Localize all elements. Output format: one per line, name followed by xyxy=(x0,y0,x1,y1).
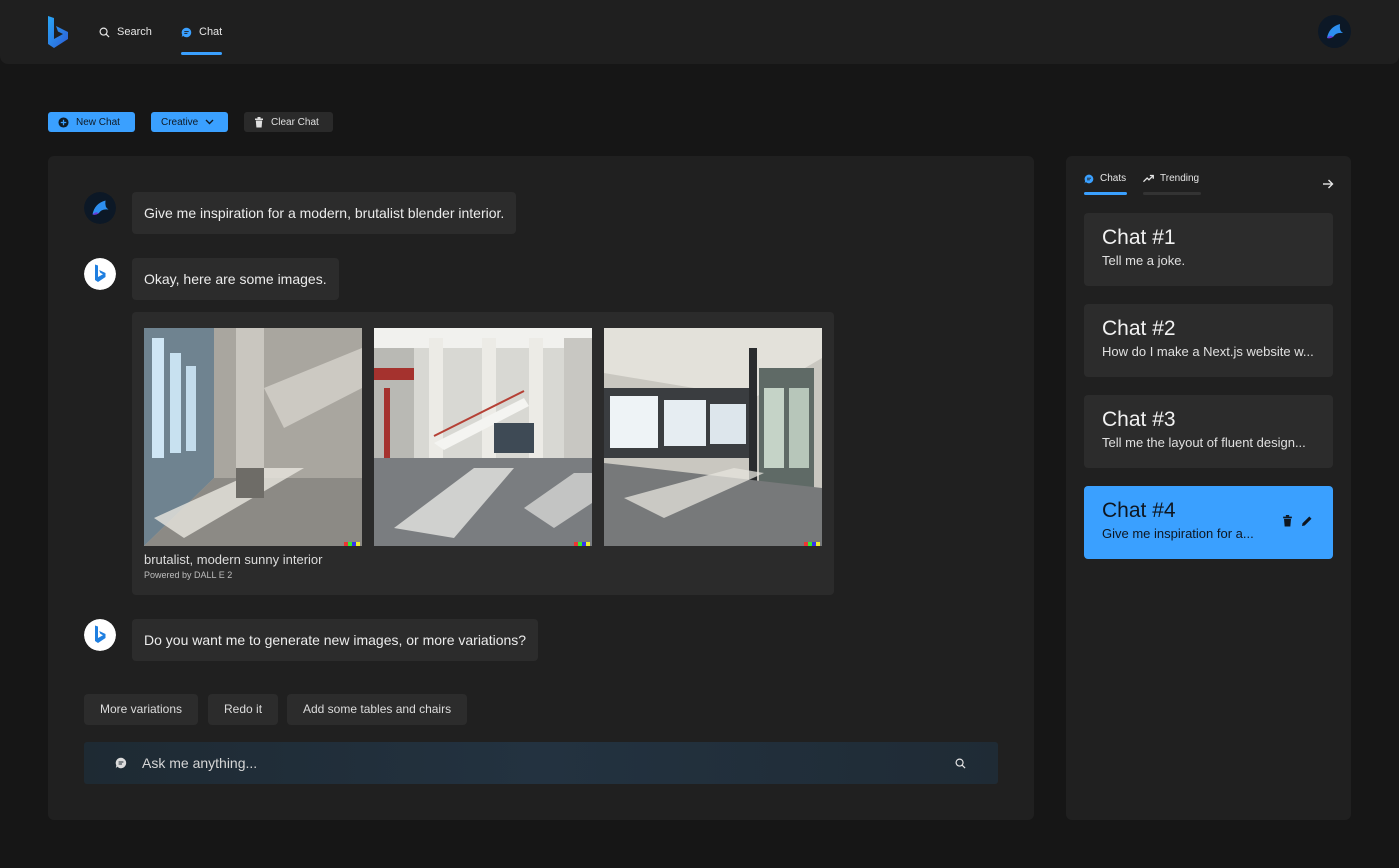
chat-item-preview: Tell me the layout of fluent design... xyxy=(1102,435,1306,450)
inactive-tab-indicator xyxy=(1143,192,1201,195)
suggestion-chip[interactable]: Add some tables and chairs xyxy=(287,694,468,725)
suggestion-chip[interactable]: More variations xyxy=(84,694,199,725)
chat-history-item[interactable]: Chat #1 Tell me a joke. xyxy=(1084,213,1333,286)
chat-item-title: Chat #3 xyxy=(1102,408,1176,431)
tab-trending-label: Trending xyxy=(1160,173,1200,184)
chat-item-title: Chat #2 xyxy=(1102,317,1176,340)
chat-bubble-icon xyxy=(115,757,127,769)
chevron-down-icon xyxy=(205,119,214,125)
trash-icon xyxy=(255,116,263,127)
arrow-right-icon[interactable] xyxy=(1322,178,1334,190)
bot-message-bubble: Do you want me to generate new images, o… xyxy=(132,619,539,661)
new-chat-label: New Chat xyxy=(76,116,120,128)
bot-message-bubble: Okay, here are some images. xyxy=(132,258,339,300)
clear-chat-label: Clear Chat xyxy=(271,116,319,128)
add-circle-icon xyxy=(58,116,69,128)
chat-history-item[interactable]: Chat #2 How do I make a Next.js website … xyxy=(1084,304,1333,377)
chat-bubble-icon xyxy=(1084,174,1094,183)
new-chat-button[interactable]: New Chat xyxy=(48,112,135,132)
chat-input-bar xyxy=(84,742,998,784)
search-icon xyxy=(99,27,110,38)
nav-search-tab[interactable]: Search xyxy=(99,24,152,40)
mode-label: Creative xyxy=(161,116,199,128)
tab-trending[interactable]: Trending xyxy=(1143,173,1199,184)
bing-logo-icon[interactable] xyxy=(46,15,70,49)
trending-arrow-icon xyxy=(1143,174,1154,183)
generated-image-1[interactable] xyxy=(144,328,362,546)
clear-chat-button[interactable]: Clear Chat xyxy=(244,112,333,132)
chat-item-preview: Tell me a joke. xyxy=(1102,253,1186,268)
ask-input[interactable] xyxy=(142,742,922,784)
chat-item-preview: Give me inspiration for a... xyxy=(1102,526,1254,541)
chat-item-title: Chat #1 xyxy=(1102,226,1176,249)
bing-avatar-icon xyxy=(84,619,116,651)
chat-history-item[interactable]: Chat #3 Tell me the layout of fluent des… xyxy=(1084,395,1333,468)
chat-panel: Give me inspiration for a modern, brutal… xyxy=(48,156,1034,820)
suggestion-chip[interactable]: Redo it xyxy=(208,694,279,725)
chat-history-sidebar: Chats Trending Chat #1 Tell me a joke. C… xyxy=(1066,156,1351,820)
user-message-avatar xyxy=(84,192,116,224)
image-caption: brutalist, modern sunny interior xyxy=(144,552,323,567)
trash-icon[interactable] xyxy=(1282,515,1293,527)
tab-chats-label: Chats xyxy=(1100,173,1127,184)
chat-item-preview: How do I make a Next.js website w... xyxy=(1102,344,1314,359)
chat-history-item-active[interactable]: Chat #4 Give me inspiration for a... xyxy=(1084,486,1333,559)
bing-avatar-icon xyxy=(84,258,116,290)
nav-chat-label: Chat xyxy=(199,26,223,38)
mode-dropdown[interactable]: Creative xyxy=(151,112,228,132)
user-message-bubble: Give me inspiration for a modern, brutal… xyxy=(132,192,517,234)
active-tab-indicator xyxy=(1084,192,1127,195)
generated-image-3[interactable] xyxy=(604,328,822,546)
top-navigation-bar: Search Chat xyxy=(0,0,1399,64)
search-icon[interactable] xyxy=(955,758,966,769)
user-avatar[interactable] xyxy=(1318,15,1351,48)
image-powered-by: Powered by DALL E 2 xyxy=(144,570,233,580)
chat-bubble-icon xyxy=(181,27,192,37)
nav-chat-tab[interactable]: Chat xyxy=(181,24,222,40)
generated-images-card: brutalist, modern sunny interior Powered… xyxy=(132,312,834,595)
edit-pencil-icon[interactable] xyxy=(1301,515,1313,527)
tab-chats[interactable]: Chats xyxy=(1084,173,1126,184)
generated-image-2[interactable] xyxy=(374,328,592,546)
active-tab-indicator xyxy=(181,52,222,55)
nav-search-label: Search xyxy=(117,26,152,38)
